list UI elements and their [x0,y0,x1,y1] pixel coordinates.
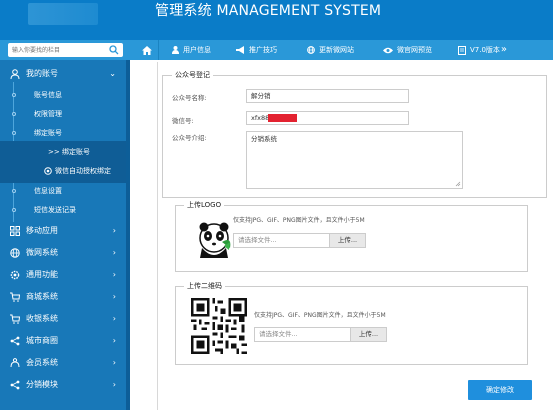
sidebar-subitem-label: 信息设置 [34,187,62,195]
sidebar-item-label: 分销模块 [26,380,58,389]
confirm-save-button[interactable]: 确定修改 [468,380,532,400]
app-header: 管理系统 MANAGEMENT SYSTEM [0,0,553,40]
qr-upload-button[interactable]: 上传... [350,328,386,341]
chevron-right-icon: › [112,226,116,235]
search-input[interactable] [8,43,103,57]
nav-promo-tips[interactable]: 推广技巧 [236,40,277,60]
globe-icon [307,46,315,54]
sidebar-subitem-info-settings[interactable]: 信息设置 [0,182,126,201]
account-name-input[interactable]: 解分销 [246,89,409,103]
tree-dot [12,208,16,212]
sidebar-subitem-label: 绑定账号 [34,129,62,137]
sidebar-subitem-bind-account[interactable]: 绑定账号 [0,124,126,143]
chevron-right-icon: › [112,314,116,323]
sidebar-item-cashier[interactable]: 收银系统 › [0,308,126,330]
nav-user-info[interactable]: 用户信息 [172,40,211,60]
chevron-right-icon: › [112,292,116,301]
wechat-auth-icon [44,167,52,175]
user-icon [10,68,20,79]
tree-dot [12,112,16,116]
members-icon [10,357,20,367]
nav-update-site[interactable]: 更新微网站 [307,40,354,60]
sidebar-subitem-bind-account-active[interactable]: >> 绑定账号 [0,143,126,162]
nav-update-site-label: 更新微网站 [319,46,354,54]
sidebar-subitem-label: >> 绑定账号 [48,148,90,156]
logo [28,3,98,25]
gear-icon [10,270,20,279]
logo-upload-button[interactable]: 上传... [329,234,365,247]
tree-dot [12,131,16,135]
sidebar-item-label: 商城系统 [26,292,58,301]
section-title-register: 公众号登记 [172,70,213,80]
sidebar-subitem-label: 微信自动授权绑定 [55,167,111,175]
cart-icon [10,292,20,302]
sidebar-item-mobile-apps[interactable]: 移动应用 › [0,220,126,242]
share-icon [10,380,20,389]
section-title-logo: 上传LOGO [184,200,225,210]
sidebar-subitem-label: 权限管理 [34,110,62,118]
tree-dot [12,189,16,193]
chevron-right-icon: › [112,380,116,389]
sidebar-scrollbar[interactable] [126,60,130,410]
globe-icon [10,247,20,258]
sidebar-item-distribution[interactable]: 分销模块 › [0,374,126,396]
sidebar-item-label: 会员系统 [26,358,58,367]
sidebar-item-mall[interactable]: 商城系统 › [0,286,126,308]
sidebar-subitem-sms-log[interactable]: 短信发送记录 [0,201,126,220]
account-intro-label: 公众号介绍: [172,134,207,142]
nav-divider [158,40,159,60]
chevron-right-icon: › [112,270,116,279]
qr-upload-hint: 仅支持JPG、GIF、PNG图片文件，且文件小于5M [254,312,386,319]
nav-version[interactable]: V7.0版本» [458,40,507,60]
nav-promo-tips-label: 推广技巧 [249,46,277,54]
sidebar-item-my-account[interactable]: 我的账号 ⌄ [0,63,126,85]
sidebar-subitem-label: 短信发送记录 [34,206,76,214]
tree-dot [12,93,16,97]
sidebar-subitem-wechat-auth[interactable]: 微信自动授权绑定 [0,162,126,181]
nav-user-info-label: 用户信息 [183,46,211,54]
grid-icon [10,225,20,236]
share-icon [10,336,20,345]
logo-preview-image [199,222,231,258]
search-box[interactable] [8,43,123,57]
logo-upload-hint: 仅支持JPG、GIF、PNG图片文件，且文件小于5M [233,217,365,224]
chevron-right-icon: › [112,336,116,345]
sidebar-item-city-district[interactable]: 城市商圈 › [0,330,126,352]
page-title: 管理系统 MANAGEMENT SYSTEM [155,3,382,19]
megaphone-icon [236,46,244,54]
sidebar-subitem-account-info[interactable]: 账号信息 [0,86,126,105]
sidebar-item-label: 通用功能 [26,270,58,279]
doc-icon [458,45,466,55]
sidebar-item-label: 微网系统 [26,248,58,257]
cart-icon [10,314,20,324]
home-icon [142,45,152,55]
chevron-right-icon: › [112,248,116,257]
account-intro-textarea[interactable]: 分销系统 [246,131,463,189]
sidebar-item-common-functions[interactable]: 通用功能 › [0,264,126,286]
sidebar-subitem-label: 账号信息 [34,91,62,99]
nav-site-preview[interactable]: 微官网预览 [383,40,432,60]
sidebar-item-label: 收银系统 [26,314,58,323]
nav-version-label: V7.0版本 [470,46,500,54]
sidebar-item-micro-site[interactable]: 微网系统 › [0,242,126,264]
sidebar-item-label: 我的账号 [26,69,58,78]
wechat-id-label: 微信号: [172,117,194,125]
qr-code-preview-image [191,298,247,354]
resize-handle-icon[interactable] [455,181,461,187]
sidebar-subitem-permissions[interactable]: 权限管理 [0,105,126,124]
sidebar-item-label: 城市商圈 [26,336,58,345]
redaction-mark [268,114,297,122]
search-icon[interactable] [109,45,119,55]
sidebar-item-label: 移动应用 [26,226,58,235]
home-button[interactable] [142,40,152,60]
nav-more-icon[interactable]: » [501,44,507,55]
sidebar-item-members[interactable]: 会员系统 › [0,352,126,374]
chevron-down-icon: ⌄ [109,69,116,78]
nav-site-preview-label: 微官网预览 [397,46,432,54]
eye-icon [383,47,393,53]
account-name-label: 公众号名称: [172,94,207,102]
chevron-right-icon: › [112,358,116,367]
section-title-qr: 上传二维码 [184,281,225,291]
user-icon [172,46,179,54]
